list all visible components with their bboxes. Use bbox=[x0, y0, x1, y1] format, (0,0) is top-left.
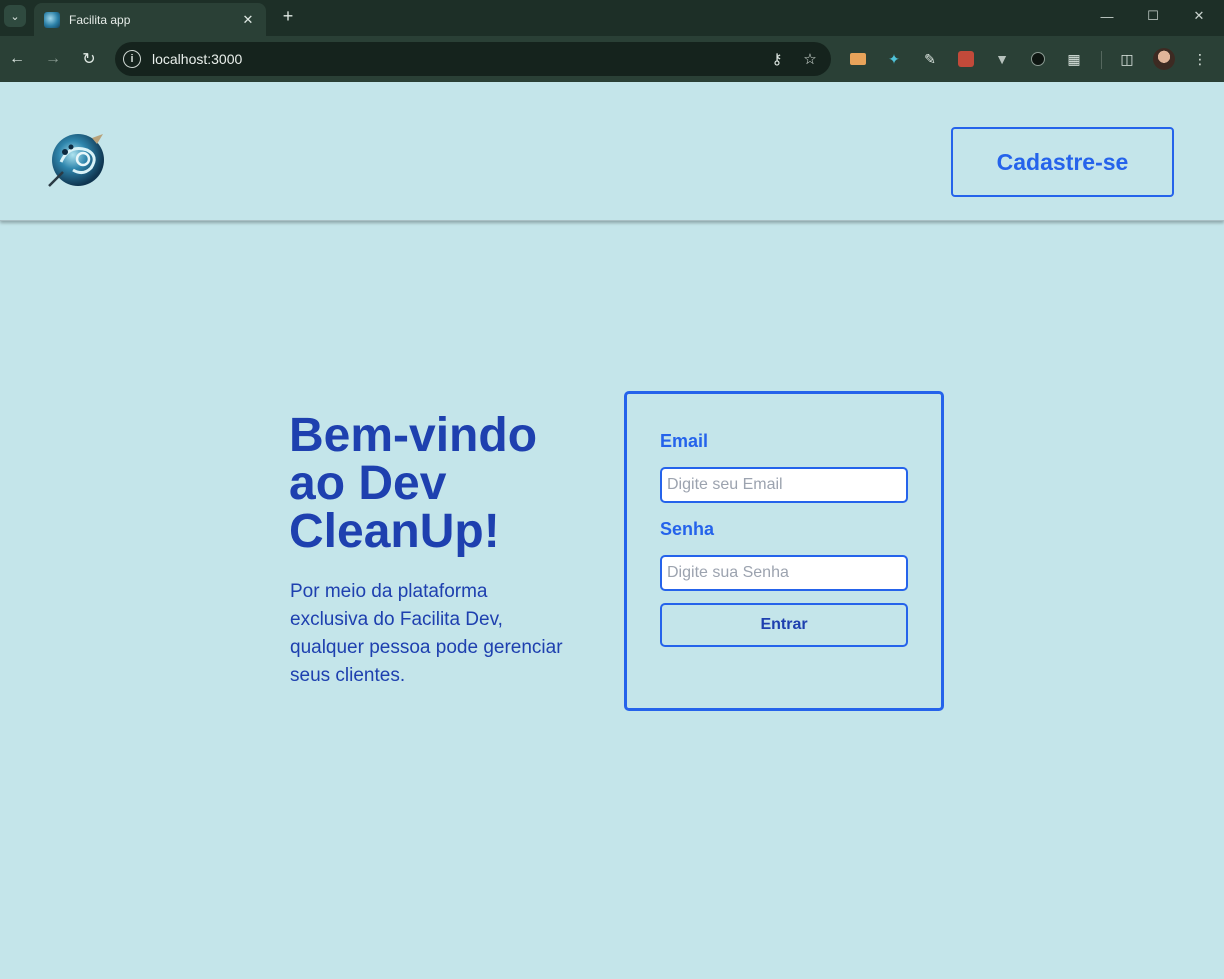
hero-title-line: Bem-vindo bbox=[289, 409, 538, 462]
new-tab-plus-icon[interactable]: + bbox=[277, 5, 299, 27]
url-text[interactable]: localhost:3000 bbox=[152, 51, 765, 67]
hero-description-line: exclusiva do Facilita Dev, bbox=[290, 609, 503, 630]
hero-description-line: Por meio da plataforma bbox=[290, 581, 488, 602]
login-button[interactable]: Entrar bbox=[660, 603, 908, 647]
key-icon[interactable]: ⚷ bbox=[765, 47, 789, 71]
email-label: Email bbox=[660, 431, 709, 451]
extension-bird-icon[interactable]: ✦ bbox=[882, 47, 906, 71]
forward-arrow-icon[interactable]: → bbox=[41, 47, 65, 71]
password-label: Senha bbox=[660, 519, 715, 539]
profile-avatar[interactable] bbox=[1153, 48, 1175, 70]
hero-description: Por meio da plataforma exclusiva do Faci… bbox=[290, 578, 610, 690]
hero-title-line: ao Dev bbox=[289, 457, 447, 510]
reload-icon[interactable]: ↻ bbox=[77, 47, 101, 71]
toolbar-divider bbox=[1101, 51, 1102, 69]
window-minimize-icon[interactable]: — bbox=[1084, 0, 1130, 32]
hero-description-line: seus clientes. bbox=[290, 665, 406, 686]
app-logo-icon[interactable] bbox=[47, 132, 107, 190]
window-close-icon[interactable]: ✕ bbox=[1176, 0, 1222, 32]
hero-title-line: CleanUp! bbox=[289, 505, 500, 558]
extension-vue-icon[interactable]: ▼ bbox=[990, 47, 1014, 71]
extension-eyedropper-icon[interactable]: ✎ bbox=[918, 47, 942, 71]
hero-title: Bem-vindo ao Dev CleanUp! bbox=[289, 412, 609, 556]
favicon-icon bbox=[44, 11, 60, 28]
hero-description-line: qualquer pessoa pode gerenciar bbox=[290, 637, 563, 658]
browser-tab-strip: ⌄ Facilita app ✕ + — ☐ ✕ bbox=[0, 0, 1224, 36]
site-info-icon[interactable]: i bbox=[123, 50, 141, 68]
page-viewport: Cadastre-se Bem-vindo ao Dev CleanUp! Po… bbox=[0, 82, 1224, 979]
browser-toolbar: ← → ↻ i localhost:3000 ⚷ ☆ ✦ ✎ ▼ ▦ ◫ ⋮ bbox=[0, 36, 1224, 82]
bookmark-star-icon[interactable]: ☆ bbox=[798, 47, 822, 71]
signup-button[interactable]: Cadastre-se bbox=[951, 127, 1174, 197]
address-bar[interactable]: i localhost:3000 ⚷ ☆ bbox=[115, 42, 831, 76]
extension-angular-icon[interactable] bbox=[1026, 47, 1050, 71]
tab-search-chevron-down-icon[interactable]: ⌄ bbox=[4, 5, 26, 27]
window-maximize-icon[interactable]: ☐ bbox=[1130, 0, 1176, 32]
extension-red-icon[interactable] bbox=[954, 47, 978, 71]
browser-tab[interactable]: Facilita app ✕ bbox=[34, 3, 266, 36]
login-form: Email Senha Entrar bbox=[624, 391, 944, 711]
side-panel-icon[interactable]: ◫ bbox=[1115, 47, 1139, 71]
extension-folder-icon[interactable] bbox=[846, 47, 870, 71]
password-field[interactable] bbox=[660, 555, 908, 591]
site-header: Cadastre-se bbox=[0, 82, 1224, 221]
tab-close-icon[interactable]: ✕ bbox=[240, 12, 256, 28]
email-field[interactable] bbox=[660, 467, 908, 503]
extensions-puzzle-icon[interactable]: ▦ bbox=[1062, 47, 1086, 71]
kebab-menu-icon[interactable]: ⋮ bbox=[1188, 47, 1212, 71]
back-arrow-icon[interactable]: ← bbox=[5, 47, 29, 71]
tab-title: Facilita app bbox=[69, 12, 131, 27]
